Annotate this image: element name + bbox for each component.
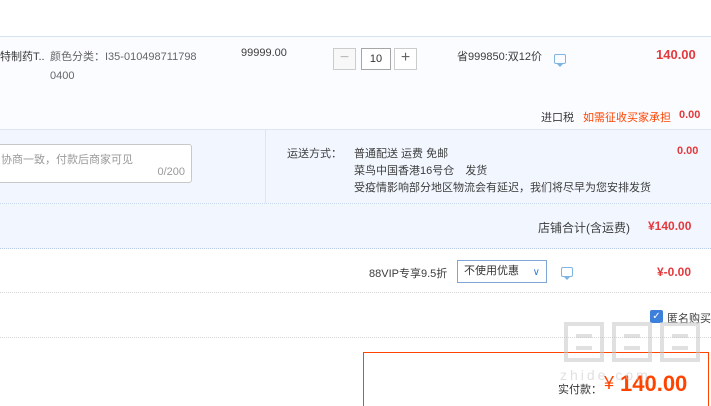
shipping-origin: 菜鸟中国香港16号仓 发货 — [354, 162, 487, 178]
tax-amount: 0.00 — [679, 109, 701, 121]
item-sku-line1: 颜色分类：I35-010498711798 — [50, 51, 197, 63]
vip-discount-amount: ¥-0.00 — [657, 265, 692, 279]
chat-icon[interactable] — [554, 54, 566, 67]
watermark-sub: zhide.com — [560, 367, 651, 383]
increase-quantity-button[interactable]: + — [394, 48, 417, 70]
tax-note: 如需征收买家承担 — [583, 112, 671, 124]
shipping-label: 运送方式： — [287, 148, 342, 160]
vip-label: 88VIP专享9.5折 — [369, 268, 448, 280]
quantity-input[interactable]: 10 — [361, 48, 391, 70]
chat-icon[interactable] — [561, 267, 573, 280]
item-sku-line2: 0400 — [50, 70, 75, 82]
message-shipping-row: 协商一致，付款后商家可见 0/200 运送方式： 普通配送 运费 免邮 菜鸟中国… — [0, 129, 711, 204]
site-watermark-logo: zhide.com — [560, 318, 710, 406]
warehouse-name: 菜鸟中国香港16号仓 — [354, 165, 455, 177]
order-item-row: 特制药T... 颜色分类：I35-010498711798 0400 99999… — [0, 36, 711, 129]
message-counter: 0/200 — [157, 166, 185, 178]
shop-total-amount: ¥140.00 — [648, 219, 692, 233]
shop-total-row: 店铺合计(含运费) ¥140.00 — [0, 203, 711, 249]
discount-select[interactable]: 不使用优惠 ∨ — [457, 260, 547, 283]
buyer-message-input[interactable]: 协商一致，付款后商家可见 0/200 — [0, 144, 192, 183]
unit-price: 99999.00 — [241, 47, 287, 59]
divider — [265, 130, 266, 204]
item-title[interactable]: 特制药T... — [0, 48, 45, 64]
tax-label: 进口税 — [541, 112, 574, 124]
shop-total-label: 店铺合计(含运费) — [538, 221, 630, 235]
watermark-graphic: zhide.com — [560, 322, 700, 383]
message-placeholder: 协商一致，付款后商家可见 — [1, 154, 133, 166]
vip-discount-row: 88VIP专享9.5折 不使用优惠 ∨ ¥-0.00 — [0, 250, 711, 293]
chevron-down-icon: ∨ — [532, 267, 540, 278]
ship-status: 发货 — [465, 165, 488, 177]
shipping-method[interactable]: 普通配送 运费 免邮 — [354, 145, 448, 161]
decrease-quantity-button[interactable]: − — [333, 48, 356, 70]
promo-label: 省999850:双12价 — [457, 51, 542, 63]
shipping-fee: 0.00 — [677, 145, 699, 157]
discount-select-value: 不使用优惠 — [464, 265, 519, 277]
item-sku: 颜色分类：I35-010498711798 0400 — [50, 48, 197, 82]
shipping-notice: 受疫情影响部分地区物流会有延迟，我们将尽早为您安排发货 — [354, 182, 651, 194]
item-subtotal: 140.00 — [656, 47, 696, 62]
